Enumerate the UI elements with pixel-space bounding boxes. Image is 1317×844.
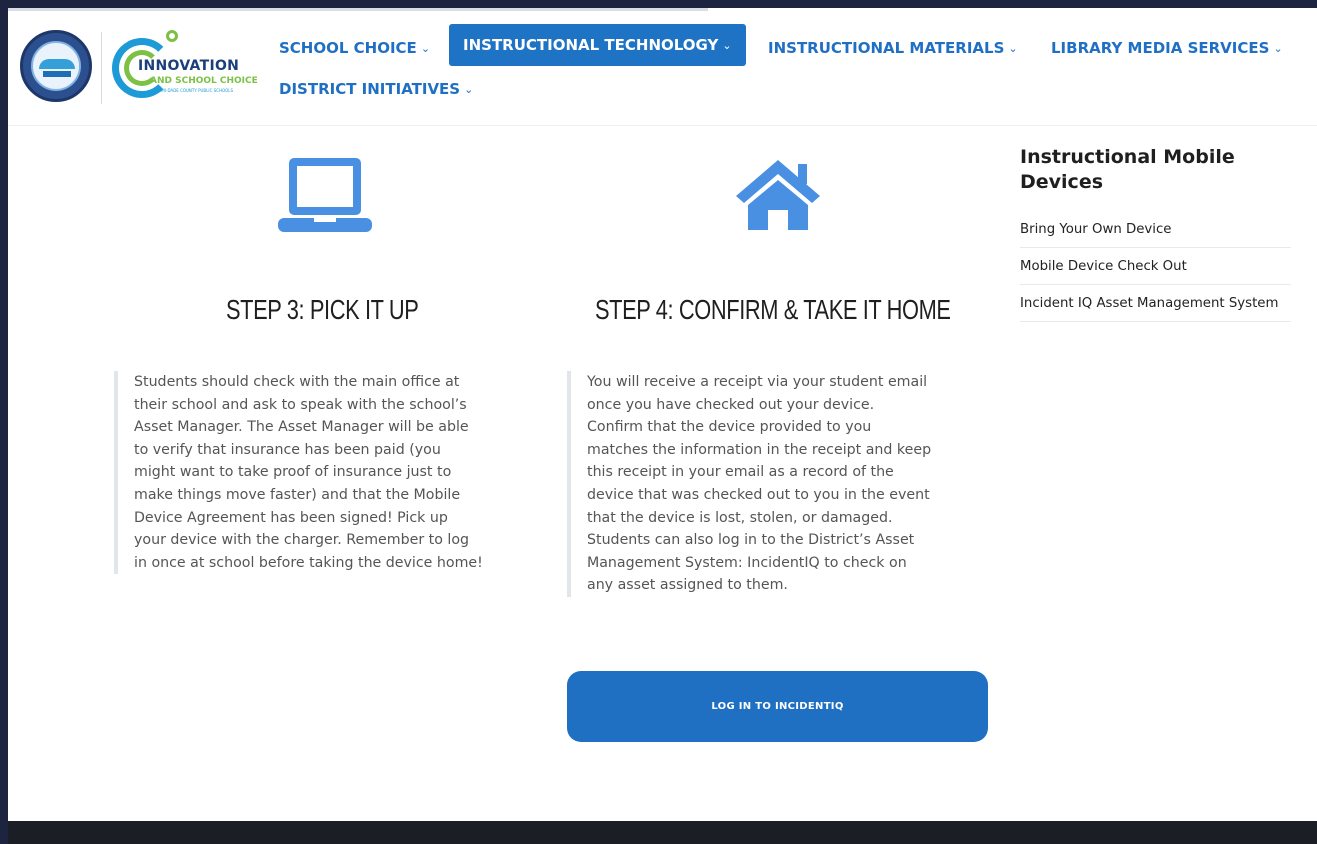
text-line: Students can also log in to the District… <box>587 532 915 549</box>
sidebar-link-device-check-out[interactable]: Mobile Device Check Out <box>1020 248 1291 285</box>
text-line: once you have checked out your device. <box>587 396 875 413</box>
step-3-title: STEP 3: PICK IT UP <box>226 294 419 325</box>
nav-label: DISTRICT INITIATIVES <box>279 80 461 98</box>
seal-wave <box>39 59 75 69</box>
laptop-icon <box>278 158 372 238</box>
text-line: to verify that insurance has been paid (… <box>134 441 441 458</box>
nav-label: INSTRUCTIONAL TECHNOLOGY <box>463 36 719 54</box>
text-line: You will receive a receipt via your stud… <box>587 374 928 390</box>
logo-dot <box>166 30 178 42</box>
log-in-incidentiq-button[interactable]: LOG IN TO INCIDENTIQ <box>567 671 988 742</box>
nav-instructional-technology[interactable]: INSTRUCTIONAL TECHNOLOGY ⌄ <box>449 24 746 66</box>
text-line: might want to take proof of insurance ju… <box>134 464 452 481</box>
nav-school-choice[interactable]: SCHOOL CHOICE ⌄ <box>279 34 430 62</box>
step-4-title: STEP 4: CONFIRM & TAKE IT HOME <box>595 294 951 325</box>
seal-inner <box>31 41 81 91</box>
text-line: Confirm that the device provided to you <box>587 419 872 436</box>
home-icon <box>736 160 820 234</box>
site-footer <box>8 821 1317 844</box>
sidebar-title: Instructional Mobile Devices <box>1020 146 1235 193</box>
sidebar-link-incident-iq[interactable]: Incident IQ Asset Management System <box>1020 285 1291 322</box>
chevron-down-icon: ⌄ <box>464 82 474 96</box>
text-line: Device Agreement has been signed! Pick u… <box>134 509 448 526</box>
page-frame: INNOVATION AND SCHOOL CHOICE MIAMI-DADE … <box>8 8 1317 844</box>
logo-text-innovation: INNOVATION <box>138 58 240 74</box>
text-line: Students should check with the main offi… <box>134 374 460 390</box>
text-line: Asset Manager. The Asset Manager will be… <box>134 419 469 436</box>
logo-text-school-choice: AND SCHOOL CHOICE <box>150 76 258 86</box>
step-3-description: Students should check with the main offi… <box>114 371 534 575</box>
nav-label: INSTRUCTIONAL MATERIALS <box>768 39 1005 57</box>
chevron-down-icon: ⌄ <box>1273 41 1283 55</box>
text-line: their school and ask to speak with the s… <box>134 396 467 413</box>
nav-instructional-materials[interactable]: INSTRUCTIONAL MATERIALS ⌄ <box>768 34 1018 62</box>
logo-divider <box>101 32 102 104</box>
chevron-down-icon: ⌄ <box>722 38 732 52</box>
nav-label: SCHOOL CHOICE <box>279 39 417 57</box>
text-line: device that was checked out to you in th… <box>587 486 930 503</box>
district-seal-logo[interactable] <box>20 30 92 102</box>
nav-district-initiatives[interactable]: DISTRICT INITIATIVES ⌄ <box>279 75 473 103</box>
innovation-logo[interactable]: INNOVATION AND SCHOOL CHOICE MIAMI-DADE … <box>110 28 258 106</box>
sidebar-nav: Bring Your Own Device Mobile Device Chec… <box>1020 211 1291 322</box>
seal-wave-base <box>43 71 71 77</box>
site-header: INNOVATION AND SCHOOL CHOICE MIAMI-DADE … <box>8 8 1317 126</box>
text-line: in once at school before taking the devi… <box>134 554 483 571</box>
text-line: your device with the charger. Remember t… <box>134 532 470 549</box>
logo-text-district: MIAMI-DADE COUNTY PUBLIC SCHOOLS <box>154 88 234 93</box>
text-line: make things move faster) and that the Mo… <box>134 486 461 503</box>
text-line: that the device is lost, stolen, or dama… <box>587 509 893 526</box>
nav-label: LIBRARY MEDIA SERVICES <box>1051 39 1270 57</box>
text-line: Management System: IncidentIQ to check o… <box>587 554 907 571</box>
sidebar-link-byod[interactable]: Bring Your Own Device <box>1020 211 1291 248</box>
text-line: any asset assigned to them. <box>587 577 788 594</box>
chevron-down-icon: ⌄ <box>1008 41 1018 55</box>
chevron-down-icon: ⌄ <box>420 41 431 55</box>
nav-library-media-services[interactable]: LIBRARY MEDIA SERVICES ⌄ <box>1051 34 1283 62</box>
text-line: matches the information in the receipt a… <box>587 441 932 458</box>
text-line: this receipt in your email as a record o… <box>587 464 894 481</box>
step-4-description: You will receive a receipt via your stud… <box>567 371 991 597</box>
